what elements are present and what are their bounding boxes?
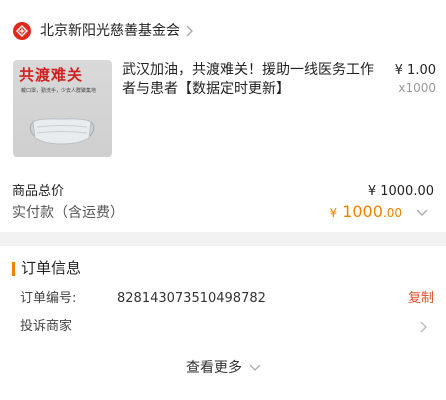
order-item-card: 北京新阳光慈善基金会 共渡难关 戴口罩，勤洗手，少去人群聚集地 武汉加油，共渡难…	[0, 0, 446, 232]
product-thumbnail[interactable]: 共渡难关 戴口罩，勤洗手，少去人群聚集地	[13, 60, 112, 157]
copy-button[interactable]: 复制	[396, 289, 434, 309]
paid-currency-symbol: ¥	[329, 206, 338, 220]
order-info-title: 订单信息	[21, 259, 82, 277]
chevron-right-icon[interactable]	[183, 22, 197, 40]
chevron-down-icon[interactable]	[414, 205, 430, 219]
chevron-down-icon	[249, 364, 261, 371]
thumbnail-subtitle: 戴口罩，勤洗手，少去人群聚集地	[21, 88, 97, 94]
chevron-right-icon[interactable]	[418, 319, 430, 335]
paid-amount-label: 实付款（含运费）	[12, 205, 124, 221]
face-mask-icon	[29, 118, 95, 145]
order-number-value: 828143073510498782	[117, 291, 266, 306]
product-unit-price: ¥ 1.00	[394, 63, 436, 78]
paid-amount-value: ¥ 1000.00	[326, 201, 402, 224]
charity-logo-icon	[13, 22, 31, 40]
paid-amount-decimal: .00	[382, 206, 402, 220]
product-quantity: x1000	[398, 81, 436, 95]
paid-amount-integer: 1000	[342, 202, 383, 221]
thumbnail-title: 共渡难关	[19, 66, 84, 84]
product-title[interactable]: 武汉加油，共渡难关！援助一线医务工作者与患者【数据定时更新】	[122, 61, 384, 99]
view-more-label: 查看更多	[186, 360, 242, 376]
total-price-value: ¥ 1000.00	[367, 184, 434, 199]
total-price-label: 商品总价	[12, 184, 65, 199]
complain-merchant-item[interactable]: 投诉商家	[20, 318, 72, 336]
view-more-button[interactable]: 查看更多	[160, 357, 288, 379]
order-number-label: 订单编号:	[20, 291, 77, 306]
section-accent-bar	[12, 262, 15, 276]
store-name[interactable]: 北京新阳光慈善基金会	[40, 21, 180, 41]
